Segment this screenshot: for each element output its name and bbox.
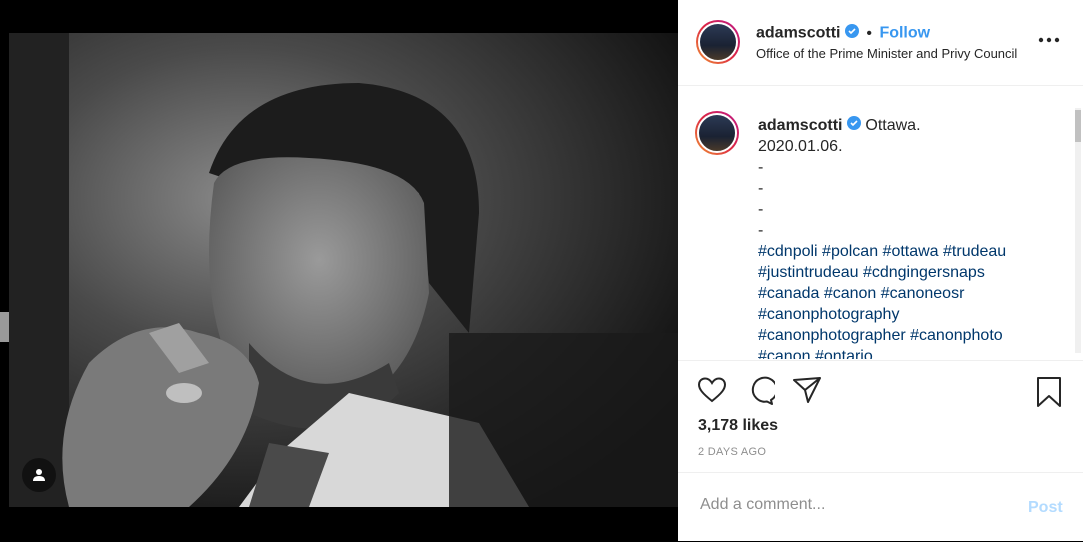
carousel-scroll-handle[interactable]: [0, 312, 9, 342]
comments-area[interactable]: adamscotti Ottawa. 2020.01.06. - - - - #…: [678, 86, 1083, 359]
heart-icon: [697, 377, 727, 403]
post-header: adamscotti • Follow Office of the Prime …: [678, 0, 1083, 86]
post-side-panel: adamscotti • Follow Office of the Prime …: [678, 0, 1083, 541]
likes-count[interactable]: 3,178 likes: [698, 417, 778, 435]
user-tag-icon: [33, 469, 45, 481]
comments-scrollbar-thumb[interactable]: [1075, 110, 1081, 142]
separator-dot: •: [866, 24, 872, 42]
author-line: adamscotti • Follow: [756, 24, 930, 43]
save-button[interactable]: [1036, 376, 1062, 413]
hashtag-line[interactable]: #cdnpoli #polcan #ottawa #trudeau: [758, 243, 1006, 260]
post-photo[interactable]: [9, 33, 678, 507]
bookmark-icon: [1037, 377, 1061, 407]
caption-dash: -: [758, 180, 764, 198]
add-comment-bar: Post: [678, 472, 1083, 542]
hashtag-line[interactable]: #canonphotographer #canonphoto: [758, 327, 1003, 344]
caption-text: adamscotti Ottawa. 2020.01.06. - - - - #…: [758, 115, 1058, 359]
actions-bar: 3,178 likes 2 DAYS AGO: [678, 360, 1083, 473]
user-tag-button[interactable]: [22, 458, 56, 492]
hashtag-line[interactable]: #canonphotography: [758, 306, 899, 323]
caption-dash: -: [758, 201, 764, 219]
verified-icon: [846, 115, 861, 136]
comment-icon: [751, 376, 778, 405]
hashtag-line[interactable]: #justintrudeau #cdngingersnaps: [758, 264, 985, 281]
share-button[interactable]: [792, 376, 822, 409]
like-button[interactable]: [697, 376, 727, 409]
caption-date: 2020.01.06.: [758, 138, 843, 156]
more-options-button[interactable]: [1038, 30, 1060, 48]
caption-dash: -: [758, 222, 764, 240]
comment-button[interactable]: [745, 376, 778, 411]
author-username[interactable]: adamscotti: [756, 25, 840, 42]
caption-dash: -: [758, 159, 764, 177]
post-location[interactable]: Office of the Prime Minister and Privy C…: [756, 46, 1017, 61]
caption-username[interactable]: adamscotti: [758, 117, 842, 134]
portrait-image: [9, 33, 678, 507]
author-avatar[interactable]: [696, 20, 740, 64]
comments-scrollbar-track[interactable]: [1075, 108, 1081, 353]
post-comment-button[interactable]: Post: [1028, 499, 1063, 517]
caption-avatar[interactable]: [695, 111, 739, 155]
follow-button[interactable]: Follow: [879, 25, 930, 42]
comment-input[interactable]: [698, 495, 1002, 515]
caption-location: Ottawa.: [865, 117, 921, 134]
more-options-icon: [1038, 37, 1060, 43]
hashtag-line[interactable]: #canada #canon #canoneosr: [758, 285, 964, 302]
hashtag-line[interactable]: #canon #ontario: [758, 348, 873, 359]
share-icon: [793, 377, 821, 403]
verified-icon: [844, 24, 859, 43]
post-timestamp[interactable]: 2 DAYS AGO: [698, 446, 766, 458]
media-panel: [0, 0, 678, 541]
